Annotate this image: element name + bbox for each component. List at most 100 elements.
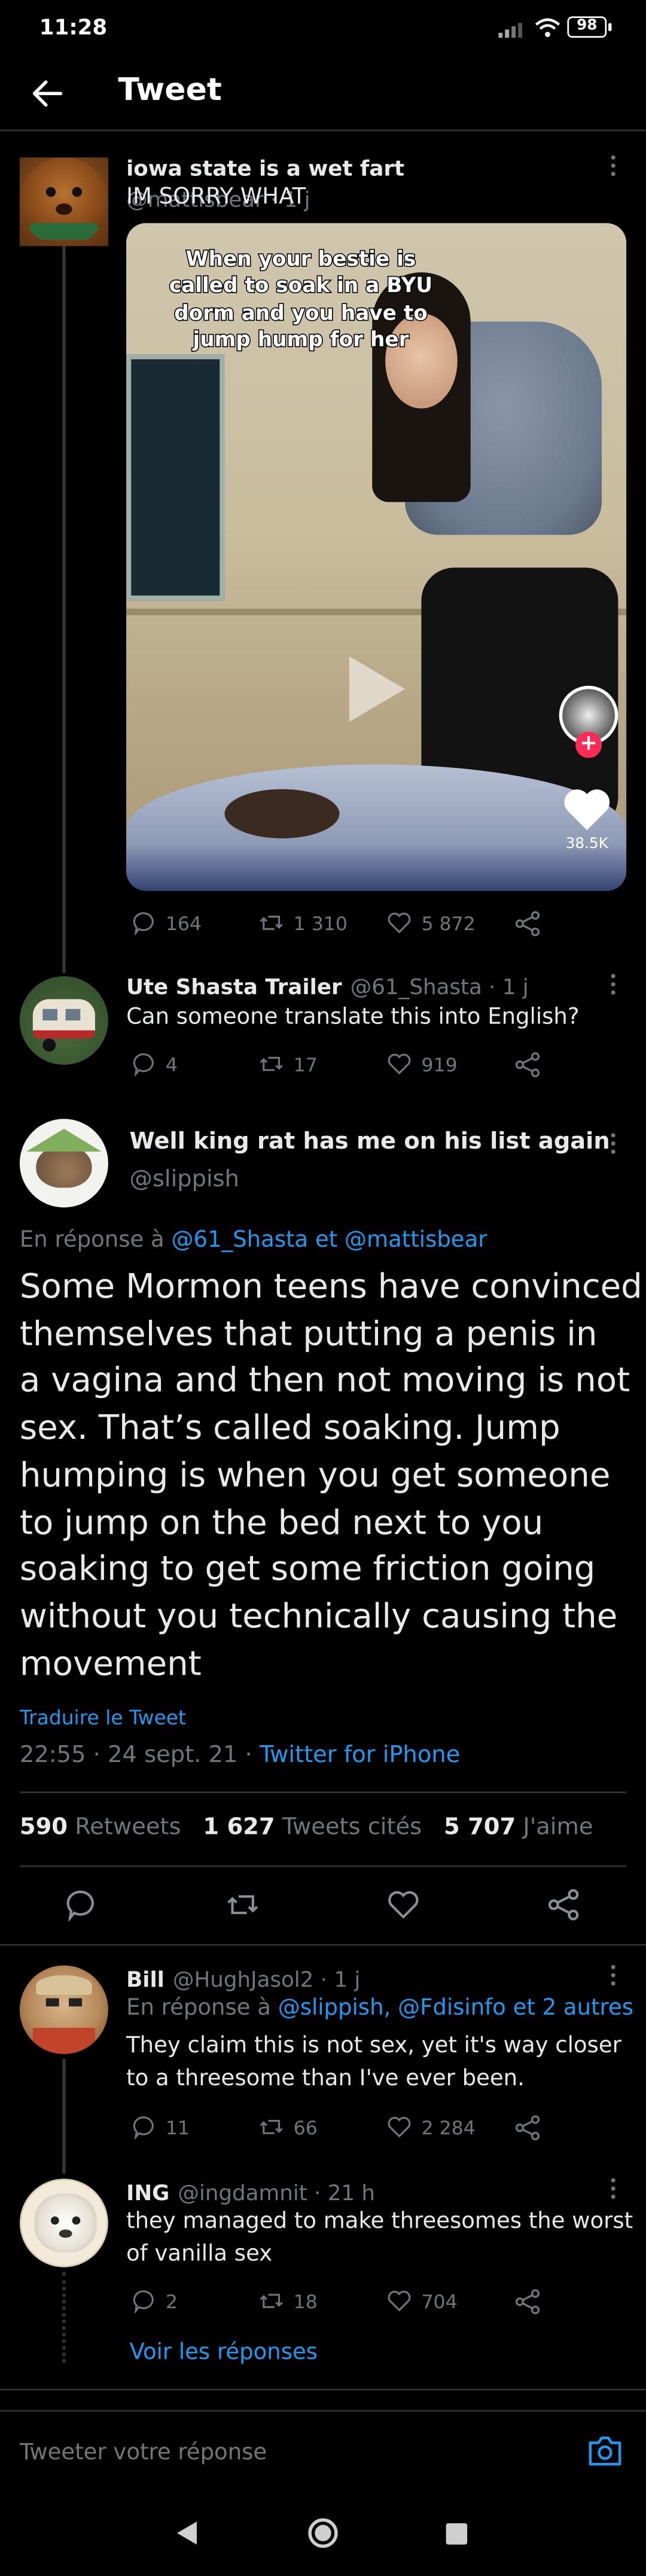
text-line: of vanilla sex [126,2240,273,2267]
tweet-text: Can someone translate this into English? [126,1004,580,1031]
reply-input[interactable] [19,2434,545,2471]
caption-line: jump hump for her [192,325,410,351]
reply-icon[interactable] [64,1888,97,1921]
tweet-meta: 22:55 · 24 sept. 21 · Twitter for iPhone [20,1742,460,1769]
like-count: 704 [421,2289,458,2313]
text-line: they managed to make threesomes the wors… [126,2208,633,2235]
follow-plus-icon[interactable]: + [575,731,602,758]
video-media[interactable]: When your bestie is called to soak in a … [126,223,627,891]
retweet-button[interactable]: 18 [259,2289,318,2313]
quotes-count: 1 627 [203,1814,275,1841]
engagement-stats: 590 Retweets 1 627 Tweets cités 5 707 J'… [20,1815,593,1841]
retweet-button[interactable]: 17 [259,1052,318,1076]
author-handle[interactable]: @ingdamnit · 21 h [178,2182,375,2207]
retweet-icon [260,1056,283,1071]
bear-avatar[interactable] [19,157,108,247]
tweet-header: ING @ingdamnit · 21 h [126,2176,586,2207]
like-button[interactable]: 2 284 [387,2115,476,2139]
text-line: themselves that putting a penis in [19,1313,598,1353]
page-title: Tweet [118,72,222,108]
author-name[interactable]: Ute Shasta Trailer [126,976,342,1001]
nav-recents-icon[interactable] [446,2523,468,2545]
thread-connector [62,246,66,973]
likes-stat[interactable]: 5 707 J'aime [444,1815,593,1841]
retweet-icon[interactable] [225,1888,261,1921]
author-name[interactable]: Well king rat has me on his list again [130,1129,610,1155]
nav-home-icon[interactable] [307,2517,340,2550]
wifi-icon [535,18,560,37]
reply-composer [0,2411,646,2493]
like-button[interactable]: 704 [387,2289,458,2313]
heart-outline-icon[interactable] [387,1888,420,1921]
author-handle[interactable]: @61_Shasta · 1 j [351,976,529,1001]
reply-button[interactable]: 164 [131,910,202,935]
source-link[interactable]: Twitter for iPhone [260,1742,460,1769]
retweets-stat[interactable]: 590 Retweets [20,1815,181,1841]
quotes-label: Tweets cités [282,1814,422,1841]
battery-cap [608,23,612,32]
signal-icon [498,23,523,38]
divider [19,1791,627,1794]
author-handle[interactable]: @slippish [130,1167,239,1193]
battery-level: 98 [577,18,598,35]
reply-icon [133,912,154,935]
heart-outline-icon [388,2291,411,2311]
share-icon[interactable] [548,1888,581,1921]
reply-to-prefix: En réponse à [19,1227,164,1254]
author-handle[interactable]: @HughJasol2 · 1 j [173,1969,360,1993]
video-caption: When your bestie is called to soak in a … [133,245,469,353]
battery-icon: 98 [567,16,607,38]
retweets-label: Retweets [75,1814,181,1841]
thread-connector-dotted [62,2272,66,2363]
more-icon[interactable] [602,1132,624,1155]
divider [0,1944,646,1946]
author-name[interactable]: iowa state is a wet fart [126,157,404,182]
retweet-button[interactable]: 1 310 [259,910,348,935]
rat-avatar[interactable] [19,1119,108,1208]
system-nav-bar [0,2493,646,2576]
share-icon[interactable] [515,910,541,937]
top-bar: Tweet [0,59,646,132]
retweets-count: 590 [19,1814,68,1841]
more-icon[interactable] [602,973,624,995]
more-icon[interactable] [602,2177,624,2200]
thread-connector [62,2059,66,2174]
heart-icon[interactable] [562,788,611,832]
reply-button[interactable]: 4 [131,1052,178,1077]
bill-avatar[interactable] [19,1965,108,2054]
play-icon[interactable] [343,653,409,725]
more-icon[interactable] [602,154,624,177]
window [126,354,225,601]
retweet-button[interactable]: 66 [259,2115,318,2139]
status-bar: 11:28 98 [0,0,646,59]
back-arrow-icon[interactable] [29,75,65,111]
reply-to-mentions[interactable]: @slippish, @Fdisinfo et 2 autres [278,1995,633,2021]
divider [0,2389,646,2390]
reply-button[interactable]: 11 [131,2115,190,2140]
trailer-avatar[interactable] [19,976,108,1065]
likes-count: 5 707 [444,1814,516,1841]
quotes-stat[interactable]: 1 627 Tweets cités [203,1815,422,1841]
reply-context: En réponse à @slippish, @Fdisinfo et 2 a… [126,1995,633,2021]
share-icon[interactable] [515,2115,541,2141]
author-name[interactable]: Bill [126,1969,164,1993]
share-icon[interactable] [515,2289,541,2315]
like-button[interactable]: 5 872 [387,910,476,935]
camera-icon[interactable] [587,2435,623,2468]
nav-back-icon[interactable] [175,2520,198,2546]
show-replies-link[interactable]: Voir les réponses [130,2340,318,2366]
more-icon[interactable] [602,1964,624,1986]
share-icon[interactable] [515,1052,541,1078]
translate-link[interactable]: Traduire le Tweet [20,1706,186,1729]
reply-to-mentions[interactable]: @61_Shasta et @mattisbear [172,1227,487,1253]
reply-button[interactable]: 2 [131,2289,178,2313]
like-count: 5 872 [421,911,476,935]
bed-sheet [126,764,627,891]
text-line: sex. That’s called soaking. Jump [19,1408,560,1447]
tweet-text: they managed to make threesomes the wors… [126,2207,633,2271]
like-button[interactable]: 919 [387,1052,458,1076]
ing-avatar[interactable] [19,2179,108,2268]
reply-count: 2 [165,2289,178,2313]
author-name[interactable]: ING [126,2182,169,2207]
like-count: 919 [421,1052,458,1076]
